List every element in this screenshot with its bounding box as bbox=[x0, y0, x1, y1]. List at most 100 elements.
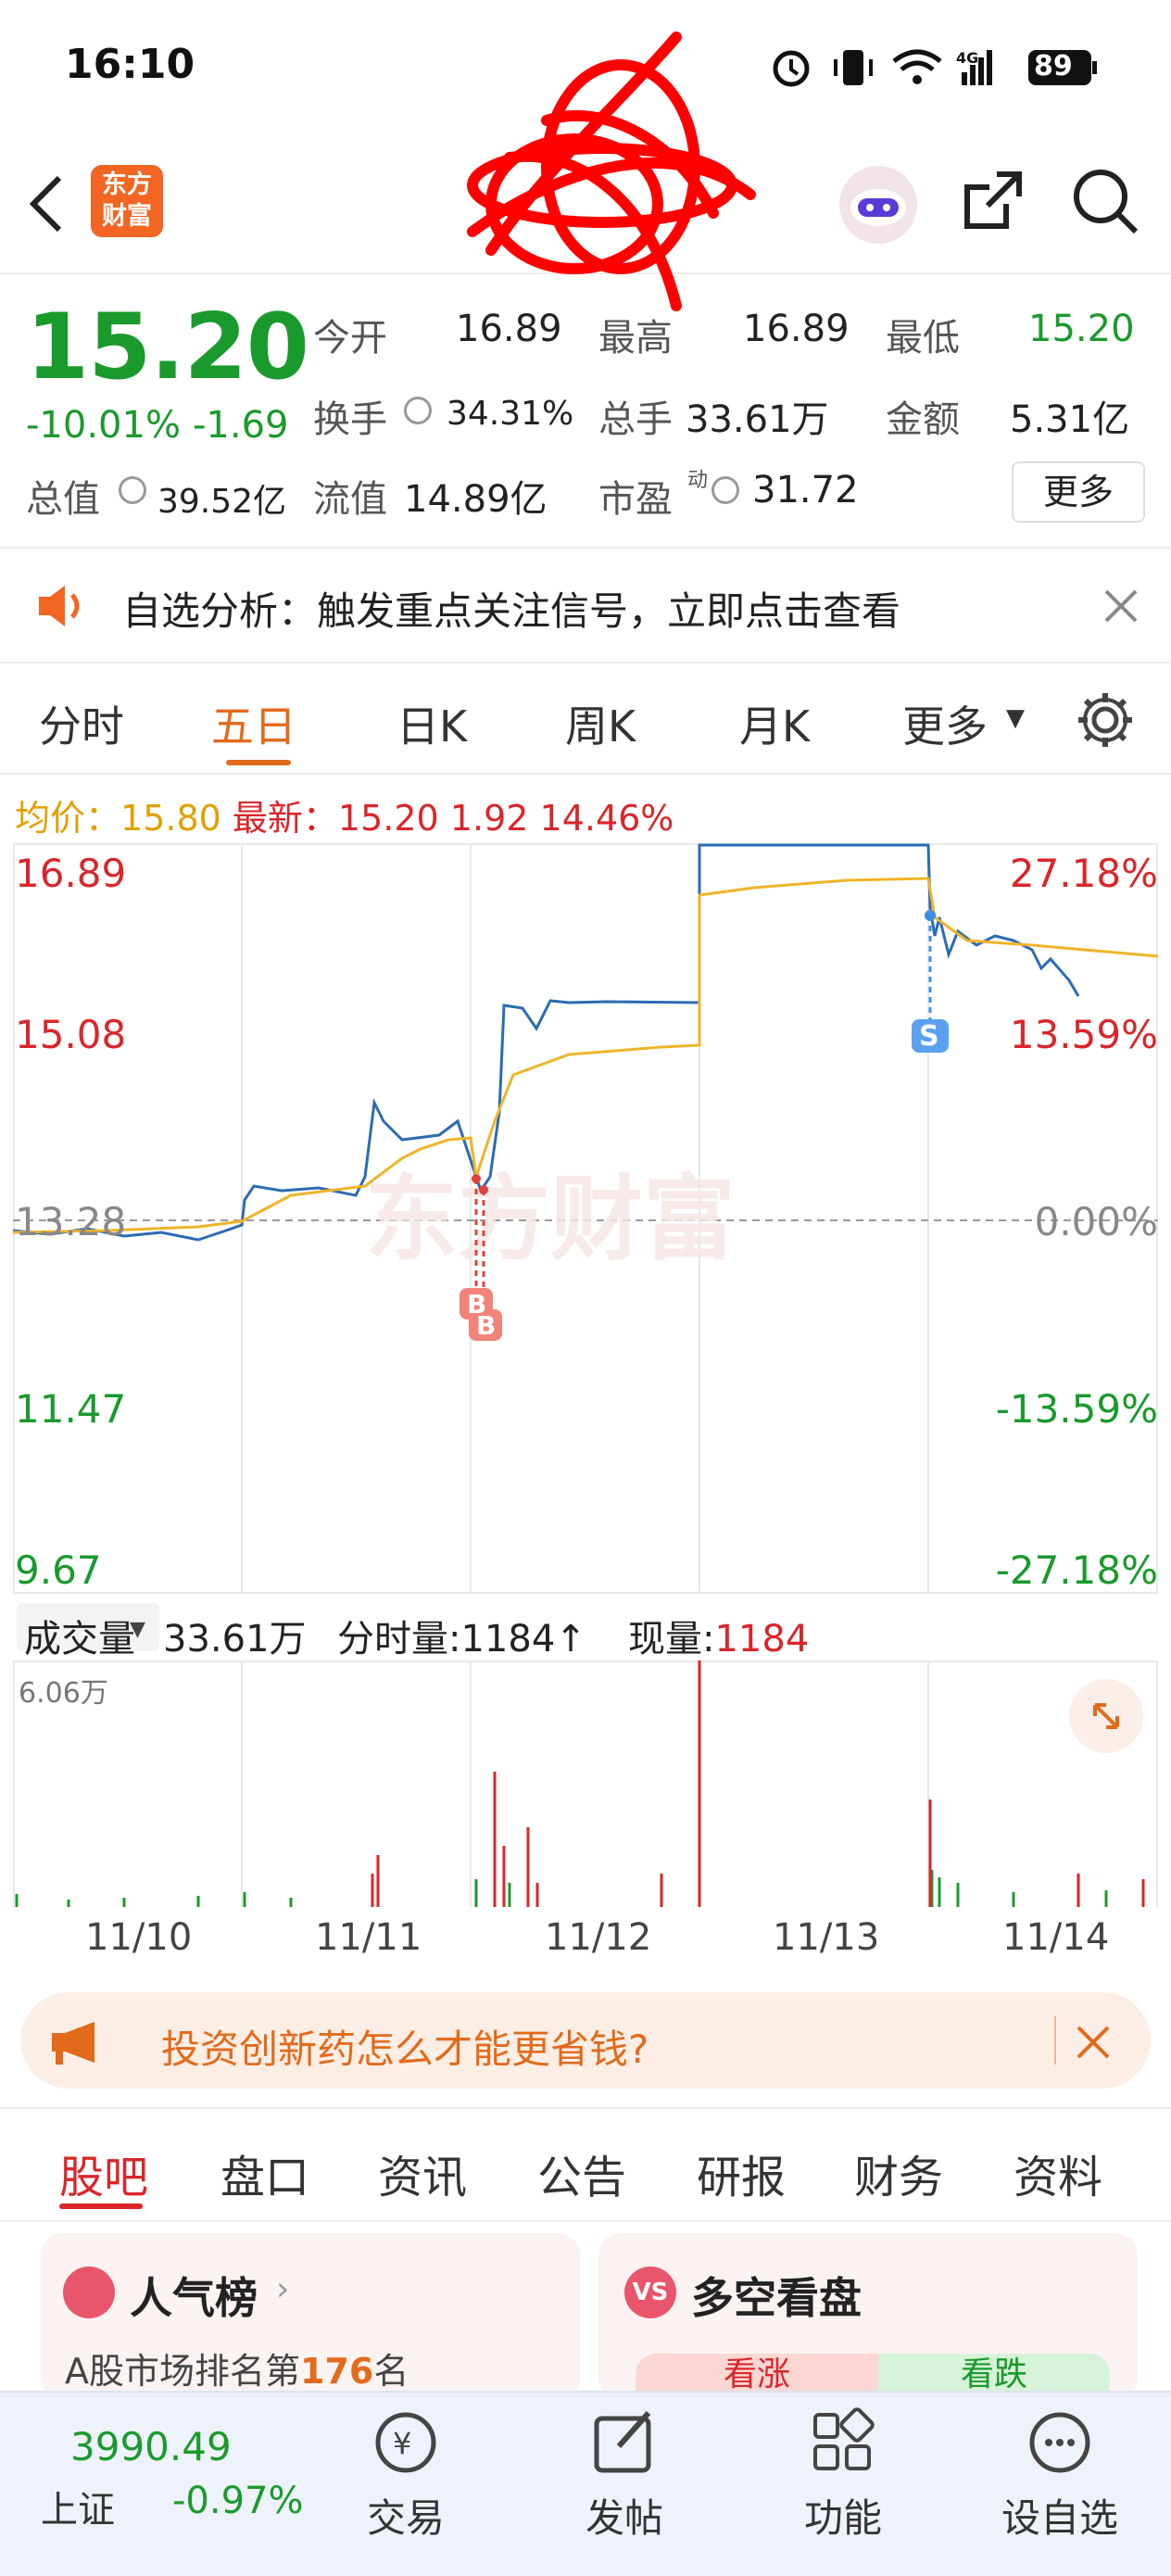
vibrate-icon bbox=[834, 50, 873, 85]
close-icon[interactable] bbox=[1075, 2024, 1112, 2061]
pe-sup: 动 bbox=[687, 469, 709, 492]
close-icon[interactable] bbox=[1102, 587, 1140, 625]
search-icon[interactable] bbox=[1071, 165, 1141, 237]
chart-info-line: 均价：15.80 最新：15.20 1.92 14.46% bbox=[15, 798, 674, 839]
info-icon[interactable] bbox=[404, 397, 432, 424]
battery-level: 89 bbox=[1034, 50, 1073, 82]
svg-text:4G: 4G bbox=[956, 49, 978, 67]
app-screen: { "status": {"time": "16:10", "battery":… bbox=[0, 0, 1171, 2576]
low-label: 最低 bbox=[886, 317, 960, 360]
tab-announcements[interactable]: 公告 bbox=[537, 2140, 626, 2205]
y-pct-high: 13.59% bbox=[1009, 1012, 1158, 1057]
volume-value: 33.61万 bbox=[686, 398, 829, 441]
y-label-low: 11.47 bbox=[15, 1386, 127, 1432]
info-icon[interactable] bbox=[711, 476, 739, 504]
index-name[interactable]: 上证 bbox=[41, 2480, 115, 2533]
index-value[interactable]: 3990.49 bbox=[70, 2424, 232, 2469]
vs-icon: VS bbox=[624, 2267, 676, 2318]
more-button[interactable]: 更多 bbox=[1012, 461, 1145, 523]
volume-total: 33.61万 bbox=[163, 1618, 307, 1661]
date-label: 11/14 bbox=[1002, 1916, 1110, 1959]
app-logo[interactable]: 东方 财富 bbox=[91, 165, 163, 237]
tab-research[interactable]: 研报 bbox=[697, 2140, 786, 2205]
chevron-down-icon[interactable]: ▼ bbox=[130, 1618, 145, 1641]
chevron-down-icon[interactable]: ▼ bbox=[1006, 704, 1025, 732]
volume-chart-plot bbox=[15, 1661, 1145, 1907]
chevron-right-icon: › bbox=[276, 2270, 290, 2308]
y-label-high: 15.08 bbox=[15, 1012, 127, 1057]
bull-bear-title: 多空看盘 bbox=[691, 2273, 862, 2323]
volume-max-label: 6.06万 bbox=[19, 1677, 108, 1710]
nav-functions[interactable]: 功能 bbox=[769, 2487, 917, 2544]
change-pct: -10.01% bbox=[26, 404, 181, 447]
back-icon[interactable] bbox=[26, 172, 67, 235]
current-price: 15.20 bbox=[26, 295, 309, 400]
divider bbox=[0, 2107, 1171, 2109]
date-label: 11/13 bbox=[773, 1916, 880, 1959]
tab-forum[interactable]: 股吧 bbox=[59, 2140, 148, 2205]
high-label: 最高 bbox=[598, 317, 673, 360]
float-label: 流值 bbox=[313, 478, 387, 521]
popularity-rank: A股市场排名第176名 bbox=[65, 2351, 409, 2392]
redaction-scribble bbox=[467, 32, 756, 311]
nav-add-watchlist[interactable]: 设自选 bbox=[986, 2487, 1134, 2544]
notice-text[interactable]: 自选分析：触发重点关注信号，立即点击查看 bbox=[122, 580, 900, 637]
y-label-max: 16.89 bbox=[15, 851, 127, 896]
open-value: 16.89 bbox=[456, 308, 562, 350]
pe-value: 31.72 bbox=[752, 469, 859, 511]
date-label: 11/12 bbox=[545, 1916, 652, 1959]
svg-text:¥: ¥ bbox=[393, 2426, 411, 2461]
nav-trade[interactable]: 交易 bbox=[332, 2487, 480, 2544]
grid-icon[interactable] bbox=[806, 2406, 880, 2480]
mcap-label: 总值 bbox=[26, 478, 100, 521]
y-label-base: 13.28 bbox=[15, 1199, 127, 1244]
tab-financials[interactable]: 财务 bbox=[854, 2140, 943, 2205]
chart-icon bbox=[63, 2267, 115, 2318]
post-icon[interactable] bbox=[587, 2406, 661, 2480]
index-change[interactable]: -0.97% bbox=[172, 2480, 304, 2522]
tab-daily-k[interactable]: 日K bbox=[397, 693, 467, 754]
tab-weekly-k[interactable]: 周K bbox=[565, 693, 636, 754]
tab-monthly-k[interactable]: 月K bbox=[739, 693, 810, 754]
popularity-title: 人气榜 bbox=[130, 2273, 258, 2323]
promo-text[interactable]: 投资创新药怎么才能更省钱? bbox=[161, 2018, 648, 2075]
tab-more[interactable]: 更多 bbox=[902, 693, 988, 754]
low-value: 15.20 bbox=[1028, 308, 1135, 350]
svg-text:东方财富: 东方财富 bbox=[365, 1165, 736, 1273]
current-volume: 现量:1184 bbox=[628, 1618, 810, 1661]
amount-label: 金额 bbox=[886, 398, 960, 441]
tab-five-day[interactable]: 五日 bbox=[211, 693, 296, 754]
divider bbox=[0, 662, 1171, 663]
svg-text:S: S bbox=[919, 1020, 939, 1053]
open-label: 今开 bbox=[313, 317, 387, 360]
tab-intraday[interactable]: 分时 bbox=[39, 693, 124, 754]
tab-news[interactable]: 资讯 bbox=[378, 2140, 467, 2205]
more-icon[interactable] bbox=[1023, 2406, 1097, 2480]
settings-icon[interactable] bbox=[1075, 689, 1136, 751]
info-icon[interactable] bbox=[119, 476, 146, 504]
status-time: 16:10 bbox=[65, 41, 195, 88]
y-pct-low: -13.59% bbox=[995, 1386, 1158, 1432]
svg-text:B: B bbox=[476, 1310, 496, 1341]
volume-label[interactable]: 成交量 bbox=[24, 1609, 135, 1662]
wifi-icon bbox=[892, 49, 942, 84]
y-pct-base: 0.00% bbox=[1034, 1199, 1158, 1244]
active-tab-underline bbox=[59, 2203, 143, 2209]
megaphone-icon bbox=[52, 2022, 94, 2065]
divider bbox=[0, 773, 1171, 775]
trade-icon[interactable]: ¥ bbox=[369, 2406, 443, 2480]
y-label-min: 9.67 bbox=[15, 1547, 102, 1593]
price-chart-plot: 东方财富 B B S bbox=[13, 843, 1158, 1594]
mcap-value: 39.52亿 bbox=[157, 483, 287, 521]
robot-icon[interactable] bbox=[836, 165, 921, 245]
float-value: 14.89亿 bbox=[404, 478, 548, 521]
tab-orderbook[interactable]: 盘口 bbox=[220, 2140, 309, 2205]
tab-profile[interactable]: 资料 bbox=[1014, 2140, 1102, 2205]
change-abs: -1.69 bbox=[193, 404, 289, 447]
amount-value: 5.31亿 bbox=[1010, 398, 1130, 441]
expand-icon[interactable] bbox=[1067, 1677, 1145, 1755]
turnover-value: 34.31% bbox=[447, 395, 574, 433]
nav-post[interactable]: 发帖 bbox=[550, 2487, 699, 2544]
turnover-label: 换手 bbox=[313, 398, 387, 441]
share-icon[interactable] bbox=[960, 167, 1026, 234]
